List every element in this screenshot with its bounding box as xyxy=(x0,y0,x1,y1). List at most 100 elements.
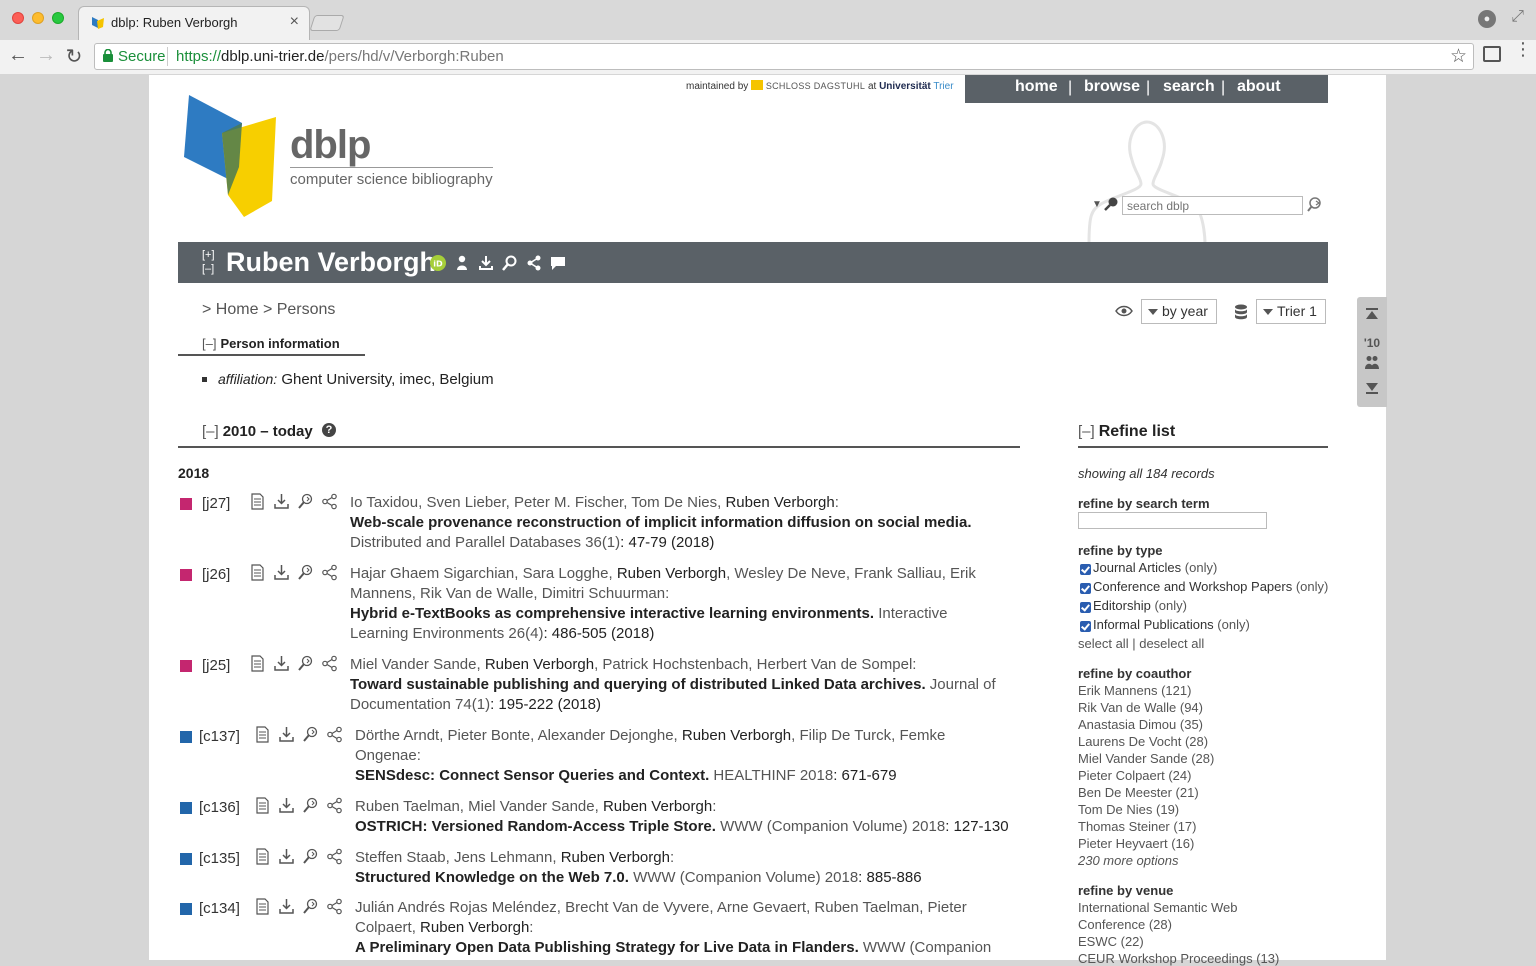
entry-venue[interactable]: Documentation 74(1) xyxy=(350,696,490,713)
entry-key[interactable]: [c135] xyxy=(199,850,240,867)
jump-year-2010[interactable]: '10 xyxy=(1357,336,1387,350)
deselect-all-link[interactable]: deselect all xyxy=(1139,636,1204,651)
type-checkbox[interactable] xyxy=(1080,602,1091,613)
entry-authors[interactable]: Steffen Staab, Jens Lehmann, xyxy=(355,849,561,866)
entry-authors[interactable]: Mannens, Rik Van de Walle, Dimitri Schuu… xyxy=(350,585,669,602)
coauthor-link[interactable]: Tom De Nies (19) xyxy=(1078,802,1179,817)
entry-authors[interactable]: Ruben Taelman, Miel Vander Sande, xyxy=(355,798,603,815)
dagstuhl-link[interactable]: SCHLOSS DAGSTUHL xyxy=(766,81,865,91)
export-icon[interactable] xyxy=(273,655,290,672)
maximize-window-button[interactable] xyxy=(52,12,64,24)
forward-icon[interactable]: → xyxy=(34,44,58,67)
venue-link[interactable]: International Semantic Web xyxy=(1078,900,1237,915)
type-label[interactable]: Journal Articles xyxy=(1093,560,1181,575)
share-icon[interactable] xyxy=(326,797,343,814)
export-icon[interactable] xyxy=(273,564,290,581)
search-go-icon[interactable] xyxy=(1306,196,1324,214)
entry-authors[interactable]: Miel Vander Sande, xyxy=(350,656,485,673)
document-icon[interactable] xyxy=(249,493,266,510)
new-tab-button[interactable] xyxy=(309,15,345,31)
entry-venue[interactable]: Journal of xyxy=(926,676,996,693)
select-all-link[interactable]: select all xyxy=(1078,636,1129,651)
coauthor-link[interactable]: Erik Mannens (121) xyxy=(1078,683,1191,698)
entry-authors[interactable]: Dörthe Arndt, Pieter Bonte, Alexander De… xyxy=(355,727,682,744)
person-profile-icon[interactable] xyxy=(454,255,470,271)
type-only-link[interactable]: (only) xyxy=(1154,598,1187,613)
entry-venue[interactable]: WWW (Companion Volume) 2018 xyxy=(716,818,945,835)
publications-heading[interactable]: [–] 2010 – today xyxy=(202,423,313,440)
type-checkbox[interactable] xyxy=(1080,564,1091,575)
search-options-dropdown[interactable]: ▼ xyxy=(1092,199,1102,210)
entry-authors[interactable]: , Patrick Hochstenbach, Herbert Van de S… xyxy=(594,656,916,673)
document-icon[interactable] xyxy=(249,655,266,672)
entry-venue[interactable]: HEALTHINF 2018 xyxy=(709,767,833,784)
export-icon[interactable] xyxy=(273,493,290,510)
export-icon[interactable] xyxy=(278,726,295,743)
document-icon[interactable] xyxy=(254,898,271,915)
coauthor-link[interactable]: Pieter Colpaert (24) xyxy=(1078,768,1191,783)
share-icon[interactable] xyxy=(321,564,338,581)
cast-icon[interactable] xyxy=(1483,46,1501,62)
entry-venue[interactable]: Distributed and Parallel Databases 36(1) xyxy=(350,534,620,551)
search-entry-icon[interactable] xyxy=(302,726,319,743)
share-icon[interactable] xyxy=(321,493,338,510)
refine-list-heading[interactable]: [–] Refine list xyxy=(1078,423,1328,441)
expand-all-toggle[interactable]: [+] xyxy=(202,249,215,261)
coauthor-link[interactable]: Rik Van de Walle (94) xyxy=(1078,700,1203,715)
type-checkbox[interactable] xyxy=(1080,621,1091,632)
download-icon[interactable] xyxy=(478,255,494,271)
publications-toggle[interactable]: [–] xyxy=(202,423,219,440)
entry-venue[interactable]: Interactive xyxy=(874,605,947,622)
universitat-link[interactable]: Universität xyxy=(879,81,931,92)
orcid-icon[interactable]: iD xyxy=(430,255,446,271)
entry-authors[interactable]: , Filip De Turck, Femke xyxy=(791,727,945,744)
type-checkbox[interactable] xyxy=(1080,583,1091,594)
type-only-link[interactable]: (only) xyxy=(1185,560,1218,575)
comment-icon[interactable] xyxy=(550,255,566,271)
share-icon[interactable] xyxy=(326,726,343,743)
breadcrumb-persons[interactable]: Persons xyxy=(277,301,336,318)
export-icon[interactable] xyxy=(278,848,295,865)
nav-about[interactable]: about xyxy=(1237,78,1281,96)
coauthor-link[interactable]: Miel Vander Sande (28) xyxy=(1078,751,1214,766)
collapse-all-toggle[interactable]: [–] xyxy=(202,263,214,275)
person-info-heading[interactable]: [–] Person information xyxy=(202,336,340,351)
breadcrumb-home[interactable]: Home xyxy=(216,301,259,318)
type-only-link[interactable]: (only) xyxy=(1217,617,1250,632)
person-info-toggle[interactable]: [–] xyxy=(202,336,216,351)
expand-collapse-toggle[interactable]: [+] [–] xyxy=(202,248,215,276)
export-icon[interactable] xyxy=(278,797,295,814)
entry-authors[interactable]: Hajar Ghaem Sigarchian, Sara Logghe, xyxy=(350,565,617,582)
profile-icon[interactable]: ● xyxy=(1478,10,1496,28)
type-option[interactable]: Editorship (only) xyxy=(1093,598,1187,613)
entry-authors[interactable]: Colpaert, xyxy=(355,919,420,936)
browser-tab[interactable]: dblp: Ruben Verborgh × xyxy=(78,6,310,40)
type-label[interactable]: Informal Publications xyxy=(1093,617,1214,632)
type-option[interactable]: Conference and Workshop Papers (only) xyxy=(1093,579,1328,594)
trier-link[interactable]: Trier xyxy=(933,81,953,92)
entry-authors[interactable]: Julián Andrés Rojas Meléndez, Brecht Van… xyxy=(355,899,967,916)
coauthor-link[interactable]: Ben De Meester (21) xyxy=(1078,785,1199,800)
entry-key[interactable]: [c136] xyxy=(199,799,240,816)
search-entry-icon[interactable] xyxy=(302,797,319,814)
entry-venue[interactable]: Learning Environments 26(4) xyxy=(350,625,543,642)
back-icon[interactable]: ← xyxy=(6,44,30,67)
view-by-select[interactable]: by year xyxy=(1141,299,1217,324)
document-icon[interactable] xyxy=(254,797,271,814)
jump-bottom-icon[interactable] xyxy=(1357,381,1387,398)
share-icon[interactable] xyxy=(321,655,338,672)
address-bar[interactable]: Secure https://dblp.uni-trier.de/pers/hd… xyxy=(94,43,1474,70)
search-input[interactable] xyxy=(1122,196,1303,215)
search-entry-icon[interactable] xyxy=(297,493,314,510)
search-entry-icon[interactable] xyxy=(297,564,314,581)
tab-close-icon[interactable]: × xyxy=(290,13,299,31)
type-label[interactable]: Editorship xyxy=(1093,598,1151,613)
jump-top-icon[interactable] xyxy=(1357,307,1387,324)
coauthors-icon[interactable] xyxy=(1357,355,1387,372)
search-entry-icon[interactable] xyxy=(302,848,319,865)
menu-icon[interactable]: ⋮ xyxy=(1514,40,1532,58)
document-icon[interactable] xyxy=(249,564,266,581)
reload-icon[interactable]: ↻ xyxy=(62,44,86,69)
coauthor-link[interactable]: Laurens De Vocht (28) xyxy=(1078,734,1208,749)
mirror-select[interactable]: Trier 1 xyxy=(1256,299,1326,324)
